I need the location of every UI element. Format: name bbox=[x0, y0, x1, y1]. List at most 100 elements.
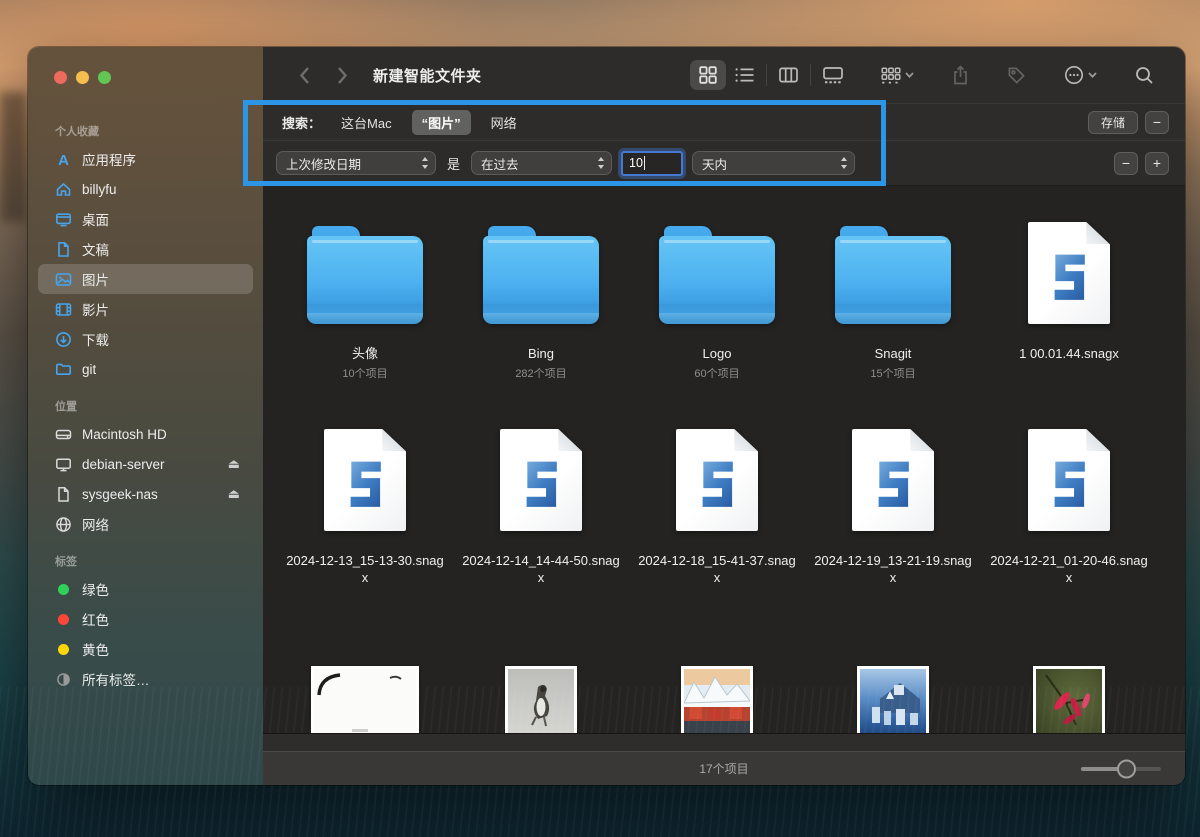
criteria-value-input[interactable]: 10 bbox=[621, 151, 683, 176]
sidebar-item-tag-green[interactable]: 绿色 bbox=[38, 574, 253, 604]
folder-item[interactable]: Logo 60个项目 bbox=[633, 218, 801, 381]
eject-icon[interactable]: ⏏ bbox=[228, 486, 246, 502]
criteria-unit-dropdown[interactable]: 天内 bbox=[692, 151, 855, 175]
view-columns-button[interactable] bbox=[770, 60, 807, 90]
remove-criteria-row-button[interactable]: − bbox=[1145, 111, 1169, 134]
downloads-icon bbox=[54, 331, 73, 348]
file-item[interactable]: 1 00.01.44.snagx bbox=[985, 218, 1153, 381]
more-actions-button[interactable] bbox=[1055, 60, 1106, 90]
sidebar-item-documents[interactable]: 文稿 bbox=[38, 234, 253, 264]
toolbar: 新建智能文件夹 bbox=[263, 47, 1185, 104]
eject-icon[interactable]: ⏏ bbox=[228, 456, 246, 472]
item-name: 2024-12-13_15-13-30.snagx bbox=[284, 552, 446, 586]
folder-icon bbox=[659, 226, 775, 324]
scope-this-mac[interactable]: 这台Mac bbox=[337, 110, 396, 135]
document-icon bbox=[54, 241, 73, 258]
file-item[interactable]: 2024-12-19_13-21-19.snagx bbox=[809, 425, 977, 586]
sidebar-item-all-tags[interactable]: 所有标签… bbox=[38, 664, 253, 694]
scope-shared[interactable]: 网络 bbox=[487, 110, 521, 135]
file-item[interactable]: 2024-12-18_15-41-37.snagx bbox=[633, 425, 801, 586]
folder-item[interactable]: Snagit 15个项目 bbox=[809, 218, 977, 381]
folder-icon bbox=[54, 361, 73, 378]
file-item[interactable]: 2024-12-21_01-20-46.snagx bbox=[985, 425, 1153, 586]
sidebar-item-macintosh-hd[interactable]: Macintosh HD bbox=[38, 419, 253, 449]
remove-criterion-button[interactable]: − bbox=[1114, 152, 1138, 175]
sidebar-item-desktop[interactable]: 桌面 bbox=[38, 204, 253, 234]
item-count: 60个项目 bbox=[694, 365, 739, 381]
item-name: 头像 bbox=[352, 345, 378, 362]
sidebar-item-downloads[interactable]: 下载 bbox=[38, 324, 253, 354]
sidebar-item-movies[interactable]: 影片 bbox=[38, 294, 253, 324]
tags-button[interactable] bbox=[998, 60, 1035, 90]
sidebar-item-tag-red[interactable]: 红色 bbox=[38, 604, 253, 634]
search-button[interactable] bbox=[1126, 60, 1163, 90]
sidebar-item-label: 应用程序 bbox=[82, 149, 136, 169]
view-gallery-button[interactable] bbox=[814, 60, 852, 90]
desktop-icon bbox=[54, 211, 73, 228]
folder-item[interactable]: 头像 10个项目 bbox=[281, 218, 449, 381]
items-count: 17个项目 bbox=[699, 760, 748, 777]
sidebar: 个人收藏 A 应用程序 billyfu 桌面 文稿 图片 影片 下载 bbox=[28, 47, 263, 785]
sidebar-item-label: sysgeek-nas bbox=[82, 487, 158, 502]
green-tag-icon bbox=[54, 584, 73, 595]
file-item[interactable]: 2024-12-13_15-13-30.snagx bbox=[281, 425, 449, 586]
scope-pictures[interactable]: “图片” bbox=[412, 110, 471, 135]
slider-thumb[interactable] bbox=[1117, 759, 1136, 778]
sidebar-item-label: 下载 bbox=[82, 329, 109, 349]
status-bar: 17个项目 bbox=[263, 751, 1185, 785]
sidebar-item-network[interactable]: 网络 bbox=[38, 509, 253, 539]
back-button[interactable] bbox=[291, 61, 317, 89]
folder-icon bbox=[483, 226, 599, 324]
forward-button[interactable] bbox=[329, 61, 355, 89]
main-pane: 新建智能文件夹 bbox=[263, 47, 1185, 785]
finder-window: 个人收藏 A 应用程序 billyfu 桌面 文稿 图片 影片 下载 bbox=[28, 47, 1185, 785]
sidebar-item-pictures[interactable]: 图片 bbox=[38, 264, 253, 294]
columns-view-icon bbox=[779, 67, 798, 83]
search-criteria-bar: 上次修改日期 是 在过去 10 天内 − + bbox=[263, 141, 1185, 186]
criteria-attribute-value: 上次修改日期 bbox=[286, 154, 411, 173]
criteria-attribute-dropdown[interactable]: 上次修改日期 bbox=[276, 151, 436, 175]
group-by-button[interactable] bbox=[872, 60, 923, 90]
save-smart-folder-button[interactable]: 存储 bbox=[1088, 111, 1138, 134]
close-window-button[interactable] bbox=[54, 71, 67, 84]
minimize-window-button[interactable] bbox=[76, 71, 89, 84]
sidebar-item-home[interactable]: billyfu bbox=[38, 174, 253, 204]
item-name: 1 00.01.44.snagx bbox=[1019, 345, 1119, 362]
sidebar-item-git[interactable]: git bbox=[38, 354, 253, 384]
share-button[interactable] bbox=[943, 60, 978, 90]
folder-item[interactable]: Bing 282个项目 bbox=[457, 218, 625, 381]
item-name: Bing bbox=[528, 345, 554, 362]
sidebar-item-label: Macintosh HD bbox=[82, 427, 167, 442]
item-name: 2024-12-14_14-44-50.snagx bbox=[460, 552, 622, 586]
sidebar-item-label: 红色 bbox=[82, 609, 109, 629]
applications-icon: A bbox=[54, 151, 73, 168]
yellow-tag-icon bbox=[54, 644, 73, 655]
grid-view-icon bbox=[699, 66, 717, 84]
add-criterion-button[interactable]: + bbox=[1145, 152, 1169, 175]
sidebar-item-sysgeek-nas[interactable]: sysgeek-nas ⏏ bbox=[38, 479, 253, 509]
group-icon bbox=[881, 67, 901, 84]
zoom-slider[interactable] bbox=[1081, 759, 1161, 779]
gallery-view-icon bbox=[823, 67, 843, 84]
window-title: 新建智能文件夹 bbox=[373, 65, 482, 86]
globe-icon bbox=[54, 516, 73, 533]
sidebar-item-applications[interactable]: A 应用程序 bbox=[38, 144, 253, 174]
view-list-button[interactable] bbox=[726, 60, 763, 90]
item-name: Snagit bbox=[875, 345, 912, 362]
sidebar-item-tag-yellow[interactable]: 黄色 bbox=[38, 634, 253, 664]
sidebar-item-debian-server[interactable]: debian-server ⏏ bbox=[38, 449, 253, 479]
file-item[interactable]: 2024-12-14_14-44-50.snagx bbox=[457, 425, 625, 586]
grid-row-files: 2024-12-13_15-13-30.snagx 2024-12-14_14-… bbox=[263, 425, 1157, 586]
criteria-operator-dropdown[interactable]: 在过去 bbox=[471, 151, 612, 175]
snagx-file-icon bbox=[1028, 429, 1110, 531]
window-controls bbox=[54, 71, 111, 84]
sidebar-item-label: 影片 bbox=[82, 299, 109, 319]
stepper-chevrons-icon bbox=[840, 156, 848, 170]
sidebar-item-label: 网络 bbox=[82, 514, 109, 534]
view-grid-button[interactable] bbox=[690, 60, 726, 90]
folder-icon bbox=[835, 226, 951, 324]
criteria-value-text: 10 bbox=[629, 156, 643, 170]
list-view-icon bbox=[735, 67, 754, 83]
zoom-window-button[interactable] bbox=[98, 71, 111, 84]
file-browser-content: 头像 10个项目 Bing 282个项目 Logo 60个项目 Snagit 1… bbox=[263, 186, 1185, 785]
